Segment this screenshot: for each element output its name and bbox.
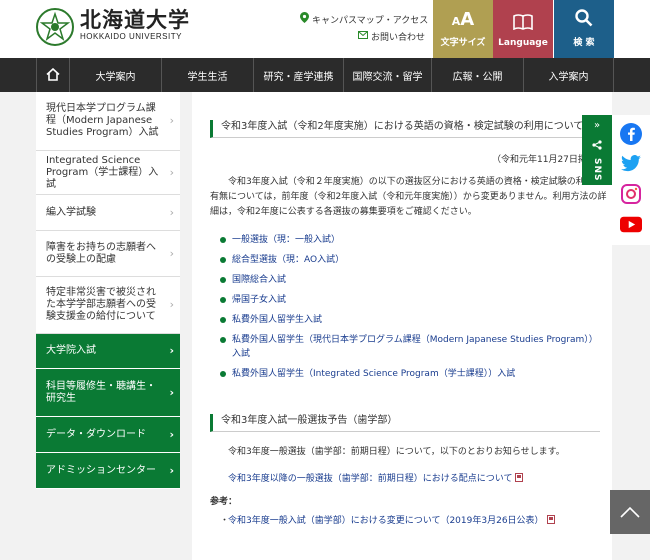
reference-label: 参考： [210,497,238,507]
chevron-right-icon: › [169,246,174,260]
dentistry-score-link[interactable]: 令和3年度以降の一般選抜（歯学部：前期日程）における配点について [228,471,524,484]
exam-category-list: 一般選抜（現：一般入試） 総合型選抜（現：AO入試） 国際総合入試 帰国子女入試… [220,233,600,387]
font-size-label: 文字サイズ [440,38,486,48]
chevron-right-icon: › [169,298,174,311]
section-title-dentistry: 令和3年度入試一般選抜予告（歯学部） [210,414,600,432]
chevron-right-icon: › [169,385,174,399]
sidebar-item-non-degree[interactable]: 科目等履修生・聴講生・研究生 › [36,369,180,417]
pdf-icon [515,473,524,482]
pdf-icon [546,515,555,524]
logo-japanese: 北海道大学 [80,7,190,32]
bullet-dot [220,257,226,263]
bullet-dot [220,317,226,323]
university-emblem-icon[interactable] [36,8,74,46]
exam-link-international[interactable]: 国際総合入試 [220,273,600,287]
exam-link-comprehensive[interactable]: 総合型選抜（現：AO入試） [220,253,600,267]
chevron-right-icon: › [169,114,174,127]
dentistry-paragraph: 令和3年度一般選抜（歯学部：前期日程）について，以下のとおりお知らせします。 [228,447,565,457]
facebook-icon[interactable] [620,123,642,145]
global-nav: 大学案内 学生生活 研究・産学連携 国際交流・留学 広報・公開 入学案内 [0,58,650,92]
bullet-dot [220,371,226,377]
section-paragraph: 令和3年度入試（令和２年度実施）の以下の選抜区分における英語の資格・検定試験の利… [210,177,607,217]
exam-link-general[interactable]: 一般選抜（現：一般入試） [220,233,600,247]
sidebar-item-transfer[interactable]: 編入学試験 › [36,195,180,231]
book-icon [513,14,533,36]
sidebar-item-disability[interactable]: 障害をお持ちの志願者への受験上の配慮 › [36,231,180,277]
exam-link-isp[interactable]: 私費外国人留学生（Integrated Science Program（学士課程… [220,367,600,381]
sidebar-item-label: データ・ダウンロード [46,428,146,440]
sns-label: SNS [592,158,602,182]
sns-toggle-tab[interactable]: » SNS [582,115,612,185]
nav-student-life[interactable]: 学生生活 [162,58,254,92]
home-button[interactable] [36,58,70,92]
bullet-dot [220,277,226,283]
nav-admissions[interactable]: 入学案内 [524,58,614,92]
back-to-top-button[interactable] [610,490,650,534]
exam-link-mjsp[interactable]: 私費外国人留学生（現代日本学プログラム課程（Modern Japanese St… [220,333,600,361]
chevron-right-icon: › [169,205,174,219]
bullet-dot [220,337,226,343]
sns-bar [612,115,650,245]
sidebar-item-admission-center[interactable]: アドミッションセンター › [36,453,180,489]
nav-international[interactable]: 国際交流・留学 [344,58,432,92]
instagram-icon[interactable] [620,183,642,205]
section-title-english-exam: 令和3年度入試（令和2年度実施）における英語の資格・検定試験の利用について [210,120,600,138]
bullet-dot [220,237,226,243]
campus-map-label: キャンパスマップ・アクセス [312,15,429,26]
double-chevron-right-icon: » [593,120,601,131]
bullet-dot [220,297,226,303]
nav-about[interactable]: 大学案内 [70,58,162,92]
sidebar-item-label: Integrated Science Program（学士課程）入試 [46,154,159,190]
font-size-button[interactable]: AA 文字サイズ [433,0,493,58]
sidebar-item-disaster-support[interactable]: 特定非常災害で被災された本学学部志願者への受験支援金の給付について › [36,277,180,334]
sidebar: 現代日本学プログラム課程（Modern Japanese Studies Pro… [36,92,180,489]
chevron-up-icon [620,503,640,522]
location-pin-icon [300,12,309,26]
search-button[interactable]: 検 索 [554,0,614,58]
language-button[interactable]: Language [493,0,553,58]
chevron-right-icon: › [169,344,174,357]
chevron-right-icon: › [169,165,174,179]
sidebar-item-label: 特定非常災害で被災された本学学部志願者への受験支援金の給付について [46,287,156,322]
sidebar-item-label: 現代日本学プログラム課程（Modern Japanese Studies Pro… [46,103,159,138]
sidebar-item-isp[interactable]: Integrated Science Program（学士課程）入試 › [36,151,180,195]
logo-english: HOKKAIDO UNIVERSITY [80,32,182,41]
sidebar-item-label: 編入学試験 [46,206,96,218]
dentistry-change-link[interactable]: 令和3年度一般入試（歯学部）における変更について（2019年3月26日公表） [228,513,555,526]
campus-map-link[interactable]: キャンパスマップ・アクセス [300,12,428,26]
sidebar-item-data-download[interactable]: データ・ダウンロード › [36,417,180,453]
font-size-glyph: AA [451,9,475,30]
sidebar-item-label: アドミッションセンター [46,464,156,476]
mail-icon [358,31,368,42]
contact-label: お問い合わせ [371,33,426,43]
contact-link[interactable]: お問い合わせ [358,30,425,43]
main-content: 令和3年度入試（令和2年度実施）における英語の資格・検定試験の利用について （令… [192,92,612,560]
youtube-icon[interactable] [620,213,642,235]
sidebar-item-label: 大学院入試 [46,345,96,356]
chevron-right-icon: › [169,427,174,441]
nav-public-relations[interactable]: 広報・公開 [432,58,524,92]
nav-research[interactable]: 研究・産学連携 [254,58,344,92]
site-header: 北海道大学 HOKKAIDO UNIVERSITY キャンパスマップ・アクセス … [0,0,650,60]
search-icon [575,9,593,33]
share-icon [592,135,602,154]
sidebar-item-mjsp[interactable]: 現代日本学プログラム課程（Modern Japanese Studies Pro… [36,92,180,151]
home-icon [46,66,60,85]
exam-link-returnee[interactable]: 帰国子女入試 [220,293,600,307]
site-logo[interactable]: 北海道大学 HOKKAIDO UNIVERSITY [80,7,190,42]
sidebar-item-label: 障害をお持ちの志願者への受験上の配慮 [46,241,156,265]
search-label: 検 索 [573,38,595,48]
language-label: Language [498,38,548,48]
exam-link-privately-funded[interactable]: 私費外国人留学生入試 [220,313,600,327]
sidebar-item-graduate[interactable]: 大学院入試 › [36,334,180,369]
chevron-right-icon: › [169,463,174,477]
twitter-icon[interactable] [620,153,642,175]
sidebar-item-label: 科目等履修生・聴講生・研究生 [46,380,156,404]
